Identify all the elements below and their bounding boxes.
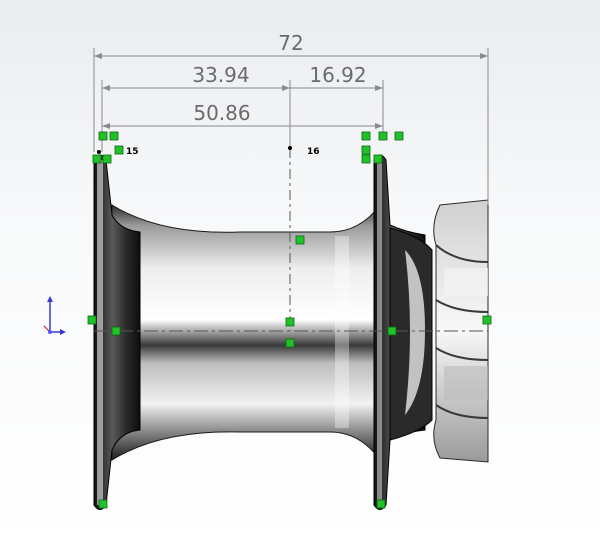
barrel-seam	[335, 236, 349, 428]
green-square-icon[interactable]	[394, 131, 404, 141]
dimension-50-86-text[interactable]: 50.86	[193, 101, 250, 125]
green-square-icon[interactable]	[92, 154, 102, 164]
right-flange-rim	[377, 160, 382, 505]
sketch-svg[interactable]: 72 33.94 16.92 50.86 15 16	[0, 0, 600, 551]
left-flange-rim	[97, 160, 103, 505]
dimension-72[interactable]: 72	[93, 31, 489, 205]
green-square-icon[interactable]	[285, 338, 295, 348]
green-square-icon[interactable]	[111, 326, 121, 336]
green-square-icon[interactable]	[285, 317, 295, 327]
green-square-icon[interactable]	[361, 154, 371, 164]
green-square-icon[interactable]	[102, 154, 112, 164]
green-square-icon[interactable]	[98, 131, 108, 141]
left-point-tag: 15	[126, 147, 139, 157]
dimension-50-86[interactable]: 50.86	[101, 101, 384, 135]
dimension-16-92[interactable]: 16.92	[290, 63, 384, 135]
green-square-icon[interactable]	[482, 315, 492, 325]
dimension-33-94-text[interactable]: 33.94	[192, 63, 249, 87]
green-square-icon[interactable]	[378, 131, 388, 141]
green-square-icon[interactable]	[98, 499, 108, 509]
center-point-tag: 16	[307, 147, 320, 157]
green-square-icon[interactable]	[295, 235, 305, 245]
green-square-icon[interactable]	[361, 145, 371, 155]
dimension-72-text[interactable]: 72	[278, 31, 303, 55]
green-square-icon[interactable]	[387, 326, 397, 336]
green-square-icon[interactable]	[114, 145, 124, 155]
green-square-icon[interactable]	[373, 154, 383, 164]
green-square-icon[interactable]	[109, 131, 119, 141]
dimension-16-92-text[interactable]: 16.92	[309, 63, 366, 87]
triad-icon	[43, 296, 66, 335]
green-square-icon[interactable]	[376, 499, 386, 509]
graphics-area[interactable]: 72 33.94 16.92 50.86 15 16	[0, 0, 600, 551]
green-square-icon[interactable]	[87, 315, 97, 325]
center-sketch-point[interactable]: 16	[288, 146, 320, 157]
spool-part[interactable]	[93, 154, 489, 510]
green-square-icon[interactable]	[361, 131, 371, 141]
